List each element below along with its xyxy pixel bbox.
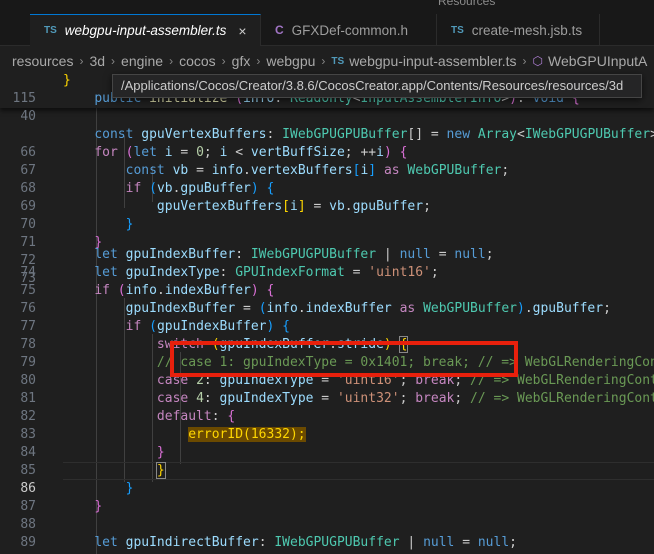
typescript-file-icon: TS [451, 24, 464, 36]
chevron-right-icon: › [522, 54, 527, 68]
tab-webgpu-input-assembler[interactable]: TS webgpu-input-assembler.ts × [30, 14, 261, 46]
chevron-right-icon: › [79, 54, 84, 68]
typescript-file-icon: TS [44, 25, 57, 36]
breadcrumb-item-engine[interactable]: engine [121, 53, 163, 69]
code-line: 84 errorID(16332); [0, 426, 654, 460]
code-line: 78 if (gpuIndexBuffer) { [0, 318, 654, 352]
chevron-right-icon: › [256, 54, 261, 68]
typescript-file-icon: TS [331, 55, 345, 67]
code-line: 88 } [0, 498, 654, 532]
chevron-right-icon: › [321, 54, 326, 68]
code-line: 85 } [0, 444, 654, 478]
code-line: 87 } [0, 480, 654, 514]
code-line: 77 gpuIndexBuffer = (info.indexBuffer as… [0, 300, 654, 334]
method-symbol-icon: ⬡ [532, 54, 543, 68]
code-line: 90 let gpuIndirectBuffer: IWebGPUGPUBuff… [0, 534, 654, 554]
code-line: 74 let gpuIndexBuffer: IWebGPUGPUBuffer … [0, 246, 654, 280]
chevron-right-icon: › [221, 54, 226, 68]
code-line: 66 const gpuVertexBuffers: IWebGPUGPUBuf… [0, 126, 654, 160]
line-number: 40 [20, 109, 36, 124]
code-line: 71 } [0, 216, 654, 250]
c-file-icon: C [275, 23, 284, 37]
breadcrumb-item-webgpu[interactable]: webgpu [266, 53, 315, 69]
code-line: 86 } [0, 462, 654, 496]
editor-tab-bar: Resources TS webgpu-input-assembler.ts ×… [0, 0, 654, 46]
code-line: 67 for (let i = 0; i < vertBuffSize; ++i… [0, 144, 654, 178]
code-line: 68 const vb = info.vertexBuffers[i] as W… [0, 162, 654, 196]
tab-bar-top-strip [0, 0, 654, 4]
tab-create-mesh-jsb[interactable]: TS create-mesh.jsb.ts [437, 14, 600, 46]
code-line: 70 gpuVertexBuffers[i] = vb.gpuBuffer; [0, 198, 654, 232]
close-icon[interactable]: × [238, 23, 246, 39]
breadcrumb-item-symbol[interactable]: WebGPUInputA [548, 53, 647, 69]
code-editor[interactable]: 66 const gpuVertexBuffers: IWebGPUGPUBuf… [0, 72, 654, 554]
code-line: 69 if (vb.gpuBuffer) { [0, 180, 654, 214]
breadcrumb-item-gfx[interactable]: gfx [232, 53, 251, 69]
tab-gfxdef-common[interactable]: C GFXDef-common.h [261, 14, 437, 46]
code-line: 89 [0, 516, 654, 550]
breadcrumb-item-resources[interactable]: resources [12, 53, 73, 69]
code-line: 83 default: { [0, 408, 654, 442]
code-line: 76 if (info.indexBuffer) { [0, 282, 654, 316]
breadcrumb-item-cocos[interactable]: cocos [179, 53, 216, 69]
tab-label: create-mesh.jsb.ts [471, 22, 583, 38]
code-line: 75 let gpuIndexType: GPUIndexFormat = 'u… [0, 264, 654, 298]
window-title-fragment: Resources [438, 0, 496, 8]
error-id-call: errorID(16332); [188, 427, 306, 442]
annotation-highlight-box [170, 341, 518, 377]
tab-label: webgpu-input-assembler.ts [64, 23, 227, 38]
chevron-right-icon: › [169, 54, 174, 68]
code-line: 82 case 4: gpuIndexType = 'uint32'; brea… [0, 390, 654, 424]
chevron-right-icon: › [111, 54, 116, 68]
tab-label: GFXDef-common.h [291, 22, 408, 38]
path-tooltip: /Applications/Cocos/Creator/3.8.6/CocosC… [112, 74, 642, 98]
breadcrumb-item-3d[interactable]: 3d [89, 53, 105, 69]
breadcrumb-item-file[interactable]: webgpu-input-assembler.ts [349, 53, 516, 69]
